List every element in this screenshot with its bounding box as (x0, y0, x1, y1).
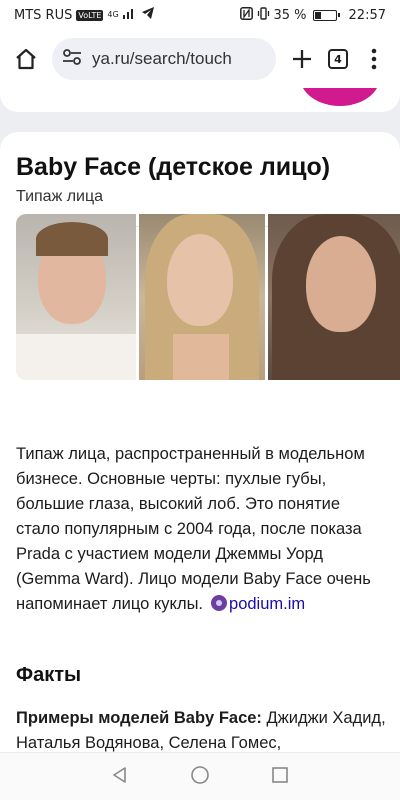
facts-text: Примеры моделей Baby Face: Джиджи Хадид,… (16, 706, 388, 752)
status-bar: MTS RUS VoLTE 4G 35 % 22:57 (0, 0, 400, 30)
vibrate-icon (257, 6, 270, 24)
photo-3[interactable] (268, 214, 400, 380)
recents-square-icon (272, 766, 289, 783)
description: Типаж лица, распространенный в модельном… (16, 442, 388, 617)
telegram-icon (141, 7, 155, 23)
home-icon (16, 48, 36, 70)
more-vert-icon (371, 48, 377, 70)
home-nav-button[interactable] (190, 765, 210, 789)
photo-1[interactable] (16, 214, 136, 380)
clock: 22:57 (348, 7, 386, 23)
signal-icon (122, 7, 137, 23)
home-button[interactable] (8, 41, 44, 77)
back-button[interactable] (111, 766, 129, 788)
page-content[interactable]: Baby Face (детское лицо) Типаж лица Типа… (0, 88, 400, 752)
recents-button[interactable] (271, 766, 289, 788)
source-link-label: podium.im (229, 595, 306, 613)
description-text: Типаж лица, распространенный в модельном… (16, 445, 371, 613)
podium-icon (211, 595, 228, 611)
network-type: 4G (107, 10, 119, 19)
menu-button[interactable] (356, 41, 392, 77)
volte-badge: VoLTE (76, 9, 104, 21)
url-bar[interactable]: ya.ru/search/touch (52, 38, 276, 80)
source-link[interactable]: podium.im (203, 595, 305, 613)
photo-2[interactable] (139, 214, 265, 380)
status-left: MTS RUS VoLTE 4G (14, 7, 155, 23)
url-text: ya.ru/search/touch (92, 49, 232, 68)
plus-icon (293, 50, 311, 68)
tab-switcher-button[interactable]: 4 (320, 41, 356, 77)
nfc-icon (239, 6, 253, 24)
card-title: Baby Face (детское лицо) (16, 153, 331, 181)
system-nav-bar (0, 752, 400, 800)
back-triangle-icon (112, 766, 126, 783)
home-circle-icon (191, 765, 209, 784)
battery-percent: 35 % (273, 7, 307, 23)
facts-heading: Факты (16, 664, 82, 686)
site-settings-icon[interactable] (62, 48, 82, 70)
new-tab-button[interactable] (284, 41, 320, 77)
carrier-name: MTS RUS (14, 7, 73, 23)
battery-icon (312, 9, 340, 21)
browser-toolbar: ya.ru/search/touch 4 (0, 30, 400, 88)
card-subtitle: Типаж лица (16, 188, 104, 205)
status-right: 35 % 22:57 (239, 6, 386, 24)
facts-label: Примеры моделей Baby Face: (16, 709, 262, 727)
tabs-count: 4 (328, 49, 348, 69)
photo-gallery[interactable] (16, 214, 400, 380)
